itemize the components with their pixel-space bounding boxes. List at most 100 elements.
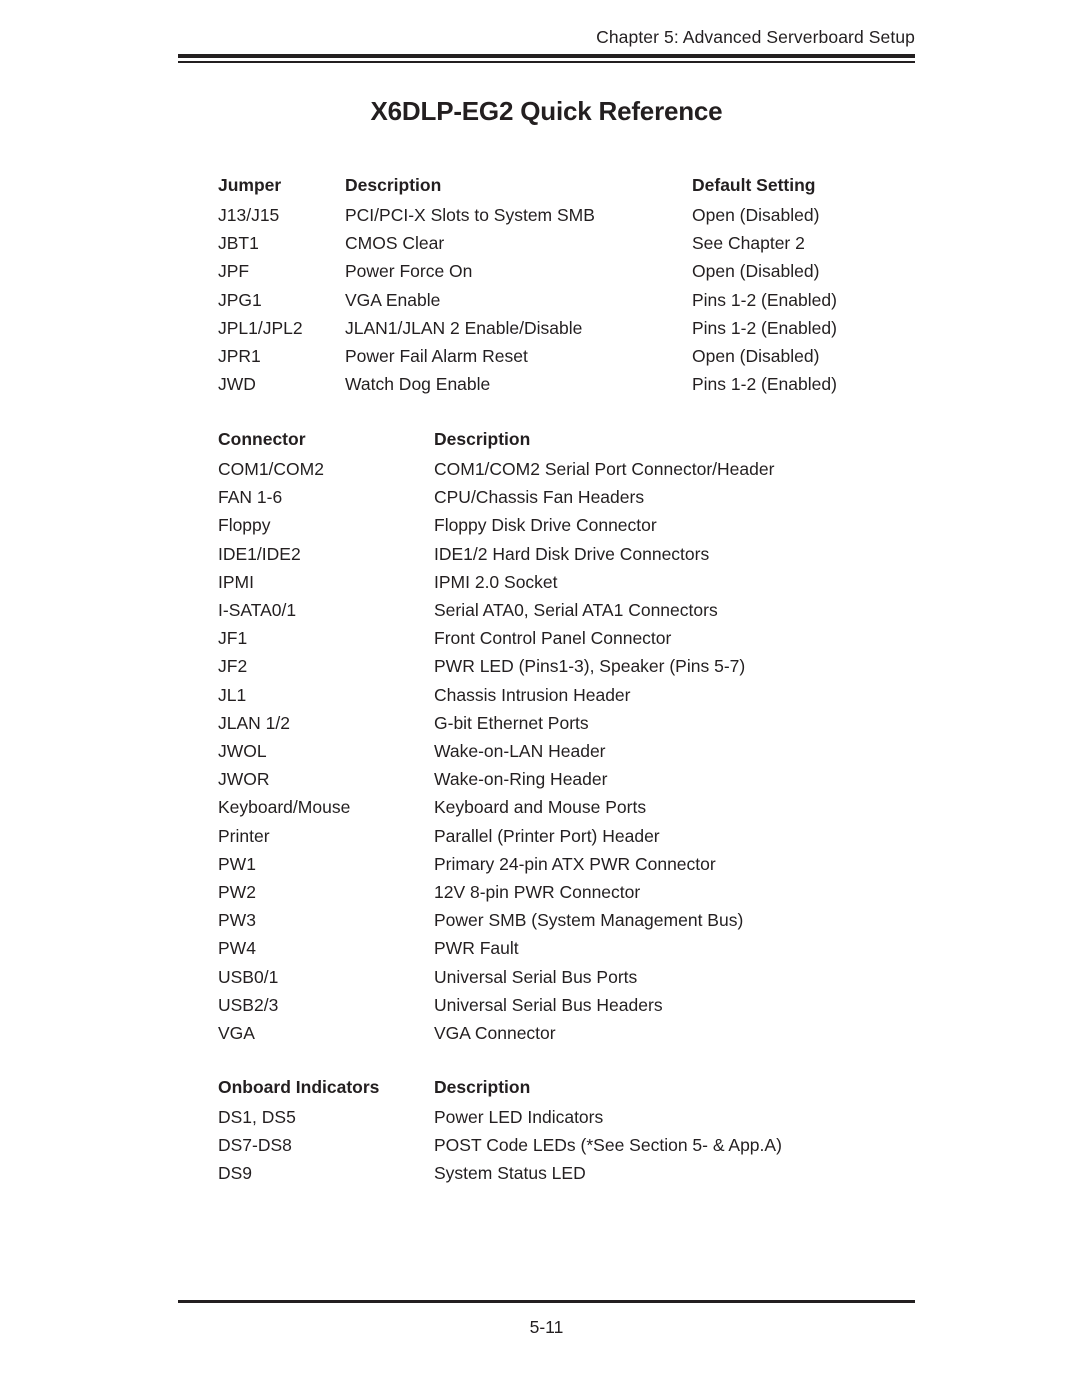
table-row: IDE1/IDE2 IDE1/2 Hard Disk Drive Connect… — [218, 540, 894, 568]
indicator-description: Power LED Indicators — [434, 1107, 604, 1127]
column-header-jumper: Jumper — [218, 175, 282, 195]
jumper-name: JBT1 — [218, 233, 259, 254]
connector-name: PW3 — [218, 910, 256, 931]
page-number: 5-11 — [529, 1317, 564, 1337]
connector-description: PWR LED (Pins1-3), Speaker (Pins 5-7) — [434, 656, 746, 677]
jumper-description: Power Force On — [345, 261, 473, 282]
table-row: JLAN 1/2 G-bit Ethernet Ports — [218, 709, 894, 737]
table-header-row: Connector Description — [218, 424, 894, 455]
table-row: VGA VGA Connector — [218, 1019, 894, 1047]
jumper-name: JWD — [218, 374, 256, 395]
table-header-row: Onboard Indicators Description — [218, 1072, 894, 1103]
jumper-description: PCI/PCI-X Slots to System SMB — [345, 205, 595, 225]
connector-name: JWOR — [218, 769, 270, 790]
connector-description: Chassis Intrusion Header — [434, 684, 631, 705]
connector-name: FAN 1-6 — [218, 487, 283, 508]
connector-description: CPU/Chassis Fan Headers — [434, 487, 645, 508]
column-header-onboard-indicators: Onboard Indicators — [218, 1077, 380, 1097]
table-row: COM1/COM2 COM1/COM2 Serial Port Connecto… — [218, 455, 894, 483]
connector-name: JF2 — [218, 656, 248, 677]
table-header-row: Jumper Description Default Setting — [218, 170, 932, 201]
table-row: JWOR Wake-on-Ring Header — [218, 765, 894, 793]
jumper-table: Jumper Description Default Setting J13/J… — [218, 170, 932, 398]
jumper-default: Open (Disabled) — [692, 261, 820, 282]
jumper-name: JPR1 — [218, 346, 261, 367]
jumper-description: Power Fail Alarm Reset — [345, 346, 528, 367]
table-row: JWOL Wake-on-LAN Header — [218, 737, 894, 765]
connector-description: Primary 24-pin ATX PWR Connector — [434, 853, 716, 874]
connector-name: IPMI — [218, 571, 254, 592]
column-header-connector: Connector — [218, 429, 306, 449]
table-row: I-SATA0/1 Serial ATA0, Serial ATA1 Conne… — [218, 596, 894, 624]
connector-description: VGA Connector — [434, 1023, 556, 1044]
connector-description: Front Control Panel Connector — [434, 628, 672, 649]
jumper-name: JPF — [218, 261, 250, 282]
connector-name: USB2/3 — [218, 994, 279, 1015]
connector-name: JF1 — [218, 628, 248, 649]
connector-description: Universal Serial Bus Ports — [434, 966, 638, 987]
table-row: JWD Watch Dog Enable Pins 1-2 (Enabled) — [218, 370, 932, 398]
connector-description: Universal Serial Bus Headers — [434, 994, 663, 1015]
footer-rule — [178, 1300, 915, 1303]
table-row: J13/J15 PCI/PCI-X Slots to System SMB Op… — [218, 201, 932, 229]
connector-name: Printer — [218, 825, 270, 846]
table-row: PW3 Power SMB (System Management Bus) — [218, 906, 894, 934]
connector-name: JL1 — [218, 684, 247, 705]
connector-description: Wake-on-Ring Header — [434, 769, 608, 790]
jumper-default: Pins 1-2 (Enabled) — [692, 289, 837, 310]
table-row: JF1 Front Control Panel Connector — [218, 624, 894, 652]
document-page: Chapter 5: Advanced Serverboard Setup X6… — [0, 0, 1080, 1397]
jumper-default: See Chapter 2 — [692, 233, 805, 254]
column-header-description: Description — [434, 1077, 531, 1097]
indicator-name: DS9 — [218, 1163, 253, 1184]
table-row: FAN 1-6 CPU/Chassis Fan Headers — [218, 483, 894, 511]
connector-name: JWOL — [218, 741, 267, 762]
table-row: Floppy Floppy Disk Drive Connector — [218, 511, 894, 539]
jumper-name: JPL1/JPL2 — [218, 317, 303, 338]
jumper-default: Open (Disabled) — [692, 346, 820, 367]
table-row: JPL1/JPL2 JLAN1/JLAN 2 Enable/Disable Pi… — [218, 314, 932, 342]
connector-name: I-SATA0/1 — [218, 600, 297, 621]
connector-description: IDE1/2 Hard Disk Drive Connectors — [434, 543, 710, 564]
connector-description: Parallel (Printer Port) Header — [434, 825, 660, 846]
jumper-description: VGA Enable — [345, 289, 441, 310]
table-row: JPR1 Power Fail Alarm Reset Open (Disabl… — [218, 342, 932, 370]
onboard-indicators-table: Onboard Indicators Description DS1, DS5 … — [218, 1072, 894, 1188]
table-row: JPF Power Force On Open (Disabled) — [218, 257, 932, 285]
column-header-default-setting: Default Setting — [692, 175, 816, 195]
table-row: Printer Parallel (Printer Port) Header — [218, 822, 894, 850]
connector-name: VGA — [218, 1023, 255, 1044]
jumper-description: Watch Dog Enable — [345, 374, 491, 395]
jumper-default: Open (Disabled) — [692, 205, 820, 225]
connector-description: Power SMB (System Management Bus) — [434, 910, 744, 931]
connector-name: PW2 — [218, 882, 256, 903]
connector-name: PW4 — [218, 938, 256, 959]
connector-description: G-bit Ethernet Ports — [434, 712, 589, 733]
running-header: Chapter 5: Advanced Serverboard Setup — [178, 26, 915, 63]
indicator-description: System Status LED — [434, 1163, 586, 1184]
jumper-default: Pins 1-2 (Enabled) — [692, 317, 837, 338]
connector-description: Wake-on-LAN Header — [434, 741, 606, 762]
connector-name: IDE1/IDE2 — [218, 543, 301, 564]
table-row: PW4 PWR Fault — [218, 934, 894, 962]
table-row: JBT1 CMOS Clear See Chapter 2 — [218, 229, 932, 257]
table-row: DS1, DS5 Power LED Indicators — [218, 1103, 894, 1131]
connector-name: PW1 — [218, 853, 256, 874]
table-row: JL1 Chassis Intrusion Header — [218, 681, 894, 709]
connector-name: JLAN 1/2 — [218, 712, 290, 733]
connector-name: Keyboard/Mouse — [218, 797, 351, 818]
connector-description: IPMI 2.0 Socket — [434, 571, 558, 592]
table-row: DS9 System Status LED — [218, 1159, 894, 1187]
table-row: Keyboard/Mouse Keyboard and Mouse Ports — [218, 793, 894, 821]
column-header-description: Description — [434, 429, 531, 449]
table-row: PW1 Primary 24-pin ATX PWR Connector — [218, 850, 894, 878]
connector-name: USB0/1 — [218, 966, 279, 987]
connector-table: Connector Description COM1/COM2 COM1/COM… — [218, 424, 894, 1047]
table-row: USB2/3 Universal Serial Bus Headers — [218, 991, 894, 1019]
connector-description: 12V 8-pin PWR Connector — [434, 882, 641, 903]
page-footer: 5-11 — [178, 1300, 915, 1338]
table-row: JPG1 VGA Enable Pins 1-2 (Enabled) — [218, 286, 932, 314]
jumper-description: JLAN1/JLAN 2 Enable/Disable — [345, 317, 583, 338]
indicator-name: DS1, DS5 — [218, 1107, 296, 1127]
table-row: IPMI IPMI 2.0 Socket — [218, 568, 894, 596]
